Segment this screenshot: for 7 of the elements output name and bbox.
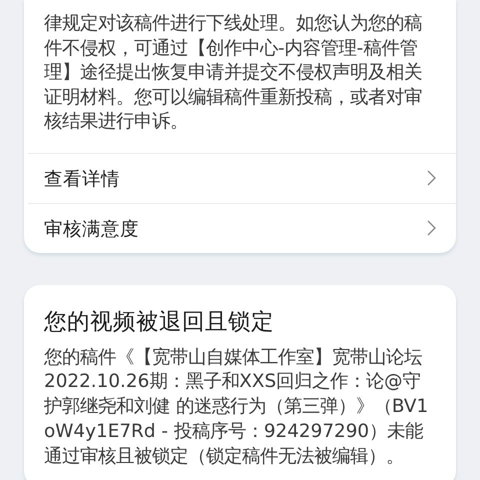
notification-message: 您的稿件《【宽带山自媒体工作室】宽带山论坛 2022.10.26期：黑子和XXS回归之作：论@守护郭继尧和刘健 的迷惑行为（第三弹）》（BV1oW4y1E7Rd - 投稿序号：924297290）未能通过审核且被锁定（锁定稿件无法被编辑）。: [43, 346, 430, 469]
list-item[interactable]: 审核满意度: [28, 202, 456, 252]
chevron-right-icon: [427, 220, 436, 236]
notification-message: 律规定对该稿件进行下线处理。如您认为您的稿件不侵权，可通过【创作中心-内容管理-稿件管理】途径提出恢复申请并提交不侵权声明及相关证明材料。您可以编辑稿件重新投稿，或者对审核结果进行申诉。: [43, 12, 423, 134]
chevron-right-icon: [427, 170, 436, 186]
list-item[interactable]: 查看详情: [28, 152, 456, 202]
notification-title: 您的视频被退回且锁定: [43, 308, 275, 336]
